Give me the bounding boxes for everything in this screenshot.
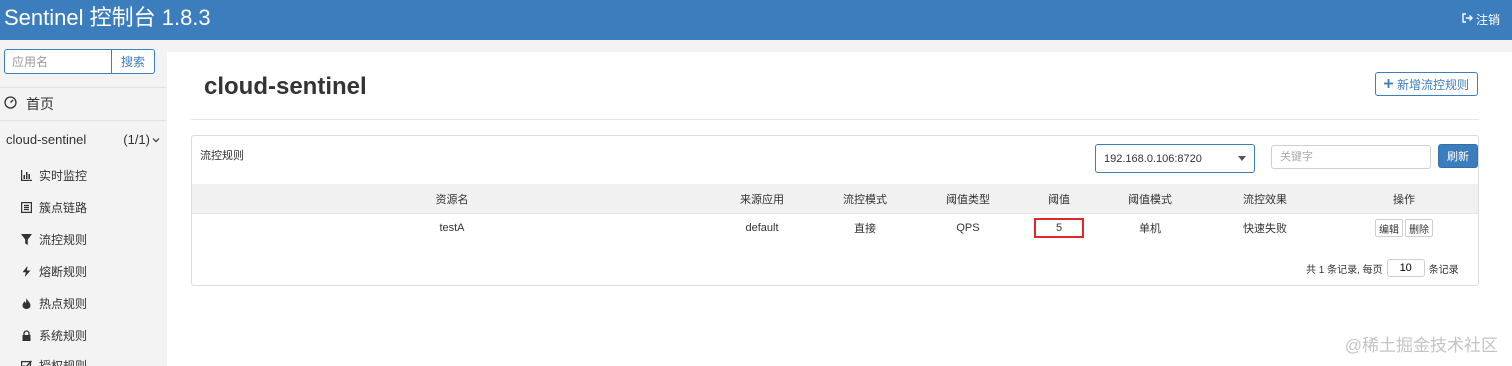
panel-title: 流控规则: [200, 150, 244, 162]
threshold-highlight: 5: [1034, 218, 1084, 238]
sidebar-item-label: 系统规则: [39, 329, 88, 343]
column-header-actions: 操作: [1393, 193, 1415, 206]
sidebar-item-label: 授权规则: [39, 359, 88, 366]
sidebar-divider: [0, 87, 167, 88]
cell-actions: 编辑 删除: [1330, 214, 1478, 242]
sidebar: 搜索 首页 cloud-sentinel (1/1) 实时监控 簇点链路: [0, 40, 167, 366]
sidebar-divider: [0, 120, 167, 121]
flash-icon: [21, 266, 32, 277]
filter-icon: [21, 234, 32, 245]
sidebar-item-label: 流控规则: [39, 233, 88, 247]
pagination: 共 1 条记录, 每页 条记录: [1306, 259, 1459, 277]
table-header: 资源名 来源应用 流控模式 阈值类型 阈值 阈值模式 流控效果 操作: [192, 184, 1478, 213]
sidebar-item-label: 热点规则: [39, 297, 88, 311]
sidebar-item-authority-rules[interactable]: 授权规则: [21, 357, 87, 366]
sidebar-item-realtime-monitor[interactable]: 实时监控: [21, 167, 87, 184]
table-row: testA default 直接 QPS 5 单机 快速失败 编辑 删除: [192, 213, 1478, 242]
column-header-strategy: 流控模式: [843, 193, 887, 206]
pager-suffix: 条记录: [1428, 264, 1459, 276]
main-content: cloud-sentinel 新增流控规则 流控规则 192.168.0.106…: [167, 40, 1512, 366]
app-name: cloud-sentinel: [6, 132, 87, 147]
column-header-limit-app: 来源应用: [740, 193, 784, 206]
title-divider: [191, 119, 1479, 120]
logout-link[interactable]: 注销: [1461, 11, 1500, 28]
machine-select-value: 192.168.0.106:8720: [1104, 152, 1202, 165]
cell-strategy: 直接: [854, 223, 876, 235]
app-search: 搜索: [4, 49, 155, 74]
app-search-input[interactable]: [4, 49, 112, 74]
brand-title[interactable]: Sentinel 控制台 1.8.3: [4, 4, 211, 32]
sidebar-item-system-rules[interactable]: 系统规则: [21, 327, 87, 344]
cell-control-behavior: 快速失败: [1243, 223, 1287, 235]
pager-prefix: 共 1 条记录, 每页: [1306, 264, 1383, 276]
list-icon: [21, 202, 32, 213]
column-header-cluster-mode: 阈值模式: [1128, 193, 1172, 206]
sidebar-item-cluster-link[interactable]: 簇点链路: [21, 199, 87, 216]
delete-button[interactable]: 删除: [1405, 219, 1433, 237]
cell-limit-app: default: [745, 222, 779, 234]
keyword-search-input[interactable]: [1271, 145, 1431, 169]
top-navbar: Sentinel 控制台 1.8.3 注销: [0, 0, 1512, 40]
cell-resource: testA: [439, 222, 465, 234]
sidebar-item-label: 熔断规则: [39, 265, 88, 279]
check-icon: [21, 360, 32, 366]
machine-select[interactable]: 192.168.0.106:8720: [1095, 144, 1255, 173]
bar-chart-icon: [21, 170, 32, 181]
watermark: @稀土掘金技术社区: [1344, 336, 1498, 355]
sidebar-item-param-flow-rules[interactable]: 热点规则: [21, 295, 87, 312]
page-title: cloud-sentinel: [204, 73, 367, 100]
page-size-input[interactable]: [1386, 259, 1425, 277]
sidebar-app-group[interactable]: cloud-sentinel (1/1): [6, 132, 160, 147]
column-header-count: 阈值: [1048, 193, 1070, 206]
sidebar-item-label: 簇点链路: [39, 201, 88, 215]
cell-count: 5: [1018, 214, 1100, 242]
edit-button[interactable]: 编辑: [1375, 219, 1403, 237]
app-machine-count: (1/1): [123, 132, 150, 147]
caret-down-icon: [1238, 156, 1246, 161]
column-header-control-behavior: 流控效果: [1243, 193, 1287, 206]
sidebar-item-label: 首页: [26, 96, 54, 112]
chevron-down-icon: [152, 132, 160, 147]
app-search-button[interactable]: 搜索: [112, 49, 155, 74]
sidebar-item-degrade-rules[interactable]: 熔断规则: [21, 263, 87, 280]
flow-rules-panel: 流控规则 192.168.0.106:8720 刷新 资源名 来源应用 流控模式…: [191, 135, 1479, 286]
add-flow-rule-button[interactable]: 新增流控规则: [1375, 72, 1478, 96]
plus-icon: [1383, 77, 1393, 91]
column-header-grade: 阈值类型: [946, 193, 990, 206]
logout-label: 注销: [1475, 13, 1500, 27]
refresh-button[interactable]: 刷新: [1438, 144, 1478, 168]
fire-icon: [21, 298, 32, 309]
sidebar-item-home[interactable]: 首页: [4, 94, 54, 114]
sign-out-icon: [1461, 12, 1473, 27]
column-header-resource: 资源名: [435, 193, 469, 206]
dashboard-icon: [4, 96, 17, 112]
lock-icon: [21, 330, 32, 341]
cell-grade: QPS: [956, 222, 980, 234]
sidebar-item-label: 实时监控: [39, 169, 88, 183]
sidebar-item-flow-rules[interactable]: 流控规则: [21, 231, 87, 248]
content-top-strip: [167, 40, 1512, 52]
add-flow-rule-label: 新增流控规则: [1396, 77, 1469, 92]
cell-cluster-mode: 单机: [1139, 223, 1161, 235]
